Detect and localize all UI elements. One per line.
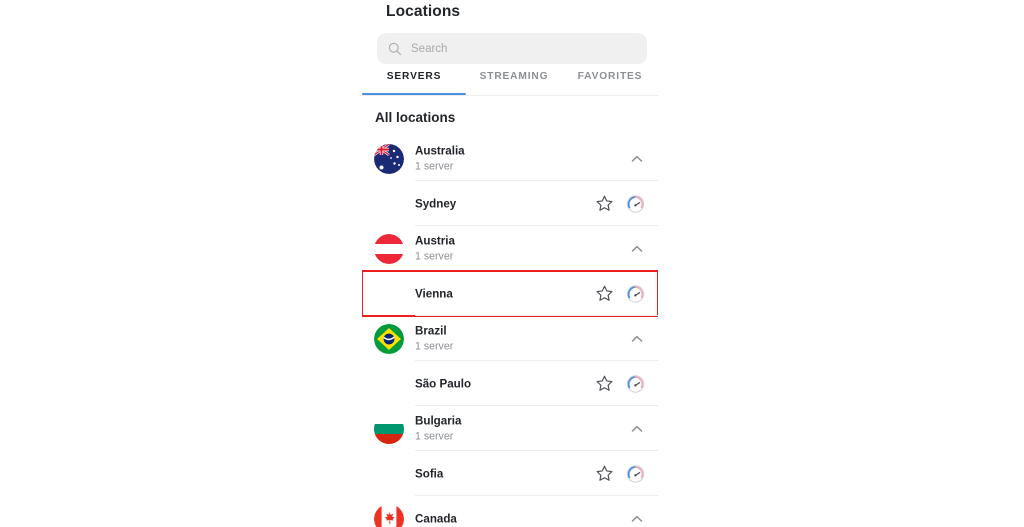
country-text: Bulgaria 1 server	[415, 413, 461, 444]
country-text: Austria 1 server	[415, 233, 455, 264]
tab-servers-label: SERVERS	[386, 71, 442, 82]
city-name: Vienna	[415, 287, 453, 300]
country-server-count: 1 server	[415, 340, 454, 352]
flag-bulgaria-icon	[374, 413, 404, 444]
search-icon	[388, 42, 402, 55]
tab-bar-baseline	[362, 95, 658, 96]
country-text: Brazil 1 server	[415, 323, 453, 354]
search-input[interactable]	[411, 42, 611, 55]
city-row[interactable]: Sydney	[362, 181, 658, 226]
country-row[interactable]: Australia 1 server	[362, 136, 658, 181]
city-row[interactable]: São Paulo	[362, 361, 658, 406]
country-server-count: 1 server	[415, 430, 454, 442]
flag-australia-icon	[374, 143, 404, 174]
flag-canada-icon	[374, 503, 404, 527]
city-row[interactable]: Vienna	[362, 270, 658, 317]
city-actions	[595, 194, 645, 213]
locations-panel: Locations SERVERS STREAMING FAVORITES Al…	[362, 0, 658, 527]
star-outline-icon[interactable]	[595, 464, 614, 483]
locations-list[interactable]: Australia 1 server Sydney Austria 1 server V…	[362, 136, 658, 527]
speedometer-icon[interactable]	[626, 374, 645, 393]
country-server-count: 1 server	[415, 160, 454, 172]
country-row[interactable]: Canada	[362, 496, 658, 527]
app-window: Locations SERVERS STREAMING FAVORITES Al…	[0, 0, 1024, 527]
city-name: São Paulo	[415, 377, 472, 390]
tab-servers[interactable]: SERVERS	[362, 68, 466, 95]
tab-bar: SERVERS STREAMING FAVORITES	[362, 68, 658, 97]
chevron-up-icon[interactable]	[630, 152, 644, 166]
country-text: Canada	[415, 511, 457, 526]
speedometer-icon[interactable]	[626, 284, 645, 303]
speedometer-icon[interactable]	[626, 194, 645, 213]
country-name: Canada	[415, 512, 457, 525]
city-name: Sofia	[415, 467, 444, 480]
page-title: Locations	[386, 3, 461, 20]
country-row[interactable]: Austria 1 server	[362, 226, 658, 271]
city-actions	[595, 284, 645, 303]
flag-austria-icon	[374, 233, 404, 264]
chevron-up-icon[interactable]	[630, 512, 644, 526]
star-outline-icon[interactable]	[595, 374, 614, 393]
city-actions	[595, 464, 645, 483]
country-name: Bulgaria	[415, 414, 462, 427]
section-title-all-locations: All locations	[375, 110, 456, 125]
chevron-up-icon[interactable]	[630, 242, 644, 256]
row-divider	[415, 315, 658, 316]
speedometer-icon[interactable]	[626, 464, 645, 483]
country-name: Austria	[415, 234, 455, 247]
country-text: Australia 1 server	[415, 143, 465, 174]
country-name: Brazil	[415, 324, 447, 337]
search-bar[interactable]	[377, 33, 647, 64]
city-row[interactable]: Sofia	[362, 451, 658, 496]
flag-brazil-icon	[374, 323, 404, 354]
chevron-up-icon[interactable]	[630, 332, 644, 346]
country-row[interactable]: Brazil 1 server	[362, 316, 658, 361]
country-server-count: 1 server	[415, 250, 454, 262]
star-outline-icon[interactable]	[595, 194, 614, 213]
tab-favorites-label: FAVORITES	[577, 71, 643, 82]
tab-streaming-label: STREAMING	[479, 71, 549, 82]
chevron-up-icon[interactable]	[630, 422, 644, 436]
country-name: Australia	[415, 144, 465, 157]
city-actions	[595, 374, 645, 393]
star-outline-icon[interactable]	[595, 284, 614, 303]
country-row[interactable]: Bulgaria 1 server	[362, 406, 658, 451]
city-name: Sydney	[415, 197, 457, 210]
tab-favorites[interactable]: FAVORITES	[562, 68, 658, 95]
tab-streaming[interactable]: STREAMING	[466, 68, 562, 95]
